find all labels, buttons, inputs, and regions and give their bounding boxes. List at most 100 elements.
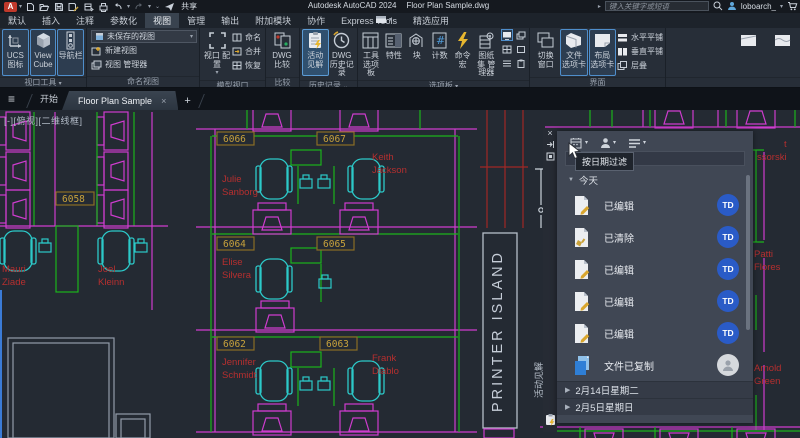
search-icon[interactable] bbox=[713, 1, 723, 11]
save-as-icon[interactable] bbox=[68, 2, 79, 12]
layout-tabs-button[interactable]: 布局 选项卡 bbox=[589, 29, 616, 76]
new-view-button[interactable]: 新建视图 bbox=[91, 44, 197, 57]
date-group-feb5[interactable]: ▶2月5日星期日 bbox=[557, 398, 753, 415]
app-menu-caret-icon[interactable]: ▾ bbox=[19, 3, 22, 10]
viewport-named-button[interactable]: 命名 bbox=[232, 31, 261, 44]
document-tab[interactable]: Floor Plan Sample × bbox=[62, 91, 178, 110]
viewport-merge-button[interactable]: 合并 bbox=[232, 45, 261, 58]
view-dropdown[interactable]: 未保存的视图▾ bbox=[91, 30, 197, 43]
palette-mini-grid-button[interactable] bbox=[501, 43, 513, 55]
redo-caret-icon[interactable]: ▾ bbox=[148, 3, 151, 10]
undo-icon[interactable] bbox=[113, 2, 123, 11]
viewcube-button[interactable]: View Cube bbox=[30, 29, 57, 76]
share-paperplane-icon[interactable] bbox=[164, 2, 175, 12]
palette-mini-list-button[interactable] bbox=[501, 57, 513, 69]
new-file-icon[interactable] bbox=[26, 2, 35, 12]
partial-window-button-1[interactable] bbox=[734, 29, 762, 76]
panel-scrollbar[interactable] bbox=[746, 175, 750, 330]
ucs-icon-button[interactable]: UCS 图标 bbox=[2, 29, 29, 76]
activity-item[interactable]: 已编辑 TD bbox=[557, 189, 753, 221]
properties-button[interactable]: 特性 bbox=[383, 29, 405, 76]
drawing-area[interactable]: 6058 Mauri Ziade Joel Kleinn bbox=[0, 110, 800, 438]
palette-mini-stack-button[interactable] bbox=[515, 29, 527, 41]
tab-view[interactable]: 视图 bbox=[145, 13, 179, 28]
start-tab[interactable]: 开始 bbox=[36, 92, 62, 110]
tab-output[interactable]: 输出 bbox=[213, 13, 247, 28]
viewport-config-button[interactable]: 视口 配置▾ bbox=[202, 29, 232, 79]
navbar-button[interactable]: 导航栏 bbox=[57, 29, 84, 76]
user-menu-caret-icon[interactable]: ▾ bbox=[780, 3, 783, 10]
dwg-compare-button[interactable]: DWG 比较 bbox=[268, 29, 296, 76]
panel-label-palettes[interactable]: 选项板 ▾ bbox=[358, 80, 529, 88]
ribbon-display-toggle[interactable]: ▾ bbox=[375, 15, 392, 24]
username[interactable]: loboarch_ bbox=[741, 2, 776, 11]
panel-label-model-viewports[interactable]: 模型视口 bbox=[200, 80, 265, 88]
filter-by-user-button[interactable]: ▾ bbox=[600, 137, 616, 149]
blocks-button[interactable]: 块 bbox=[406, 29, 428, 76]
activity-item[interactable]: 已编辑 TD bbox=[557, 317, 753, 349]
list-options-button[interactable]: ▾ bbox=[628, 137, 646, 149]
sheet-set-manager-button[interactable]: 图纸集 管理器 bbox=[475, 29, 498, 79]
tab-annotate[interactable]: 注释 bbox=[68, 13, 102, 28]
close-panel-icon[interactable]: × bbox=[547, 128, 552, 140]
tile-vertical-button[interactable]: 垂直平铺 bbox=[617, 45, 663, 58]
redo-icon[interactable] bbox=[134, 2, 144, 11]
panel-label-named-views[interactable]: 命名视图 bbox=[87, 76, 199, 87]
palette-mini-box-button[interactable] bbox=[515, 43, 527, 55]
cascade-button[interactable]: 层叠 bbox=[617, 59, 663, 72]
activity-insights-button[interactable]: 活动 见解 bbox=[302, 29, 329, 76]
search-input[interactable] bbox=[605, 1, 709, 11]
share-label[interactable]: 共享 bbox=[181, 1, 197, 12]
partial-window-button-2[interactable] bbox=[768, 29, 796, 76]
dwg-history-button[interactable]: DWG 历史记录 bbox=[329, 29, 356, 79]
activity-item[interactable]: 已编辑 TD bbox=[557, 253, 753, 285]
tab-express-tools[interactable]: Express Tools bbox=[333, 13, 405, 28]
activity-insights-panel: × 活动见解 ▾ ▾ bbox=[543, 128, 753, 432]
panel-label-viewport-tools[interactable]: 视口工具 ▾ bbox=[0, 77, 86, 87]
tab-parametric[interactable]: 参数化 bbox=[102, 13, 145, 28]
activity-item[interactable]: 已编辑 TD bbox=[557, 285, 753, 317]
cart-icon[interactable] bbox=[787, 1, 798, 11]
date-group-feb14[interactable]: ▶2月14日星期二 bbox=[557, 381, 753, 398]
palette-mini-monitor-button[interactable] bbox=[501, 29, 513, 41]
panel-properties-icon[interactable] bbox=[546, 152, 555, 164]
edited-doc-icon bbox=[574, 323, 591, 344]
panel-label-interface[interactable]: 界面 bbox=[530, 77, 665, 87]
switch-windows-button[interactable]: 切换 窗口 bbox=[532, 29, 559, 76]
panel-label-history[interactable]: 历史记录 ⌄ bbox=[300, 80, 357, 88]
count-button[interactable]: # 计数 bbox=[429, 29, 451, 76]
tile-horizontal-button[interactable]: 水平平铺 bbox=[617, 31, 663, 44]
undo-caret-icon[interactable]: ▾ bbox=[127, 3, 130, 10]
tab-default[interactable]: 默认 bbox=[0, 13, 34, 28]
file-tabs-button[interactable]: 文件 选项卡 bbox=[560, 29, 587, 76]
new-tab-icon[interactable]: + bbox=[184, 95, 190, 107]
palette-mini-clipboard-button[interactable] bbox=[515, 57, 527, 69]
search-scope-caret-icon[interactable]: ▸ bbox=[598, 3, 601, 10]
hamburger-menu-icon[interactable]: ≡ bbox=[8, 92, 15, 106]
viewport-controls[interactable]: [-][俯视][二维线框] bbox=[4, 114, 83, 127]
qat-customize-icon[interactable]: ⌄ bbox=[155, 3, 160, 10]
avatar: TD bbox=[717, 258, 739, 280]
app-menu-button[interactable]: A bbox=[4, 2, 17, 12]
tile-horizontal-icon bbox=[617, 33, 628, 42]
view-manager-button[interactable]: 视图 管理器 bbox=[91, 58, 197, 71]
save-icon[interactable] bbox=[54, 2, 64, 12]
viewport-restore-button[interactable]: 恢复 bbox=[232, 59, 261, 72]
transfer-icon[interactable] bbox=[83, 2, 94, 12]
tab-manage[interactable]: 管理 bbox=[179, 13, 213, 28]
activity-item[interactable]: 文件已复制 bbox=[557, 349, 753, 381]
group-today[interactable]: ▼今天 bbox=[557, 171, 753, 189]
tab-featured-apps[interactable]: 精选应用 bbox=[405, 13, 457, 28]
command-macros-button[interactable]: 命令 宏 bbox=[452, 29, 474, 76]
activity-item[interactable]: 已清除 TD bbox=[557, 221, 753, 253]
user-icon[interactable] bbox=[727, 1, 737, 11]
tab-collaborate[interactable]: 协作 bbox=[299, 13, 333, 28]
close-tab-icon[interactable]: × bbox=[161, 96, 166, 106]
plot-icon[interactable] bbox=[98, 2, 109, 12]
tab-addins[interactable]: 附加模块 bbox=[247, 13, 299, 28]
tool-palettes-button[interactable]: 工具 选项板 bbox=[360, 29, 382, 79]
auto-hide-icon[interactable] bbox=[546, 140, 555, 152]
tab-insert[interactable]: 插入 bbox=[34, 13, 68, 28]
panel-label-compare[interactable]: 比较 bbox=[266, 77, 299, 87]
open-file-icon[interactable] bbox=[39, 2, 50, 12]
